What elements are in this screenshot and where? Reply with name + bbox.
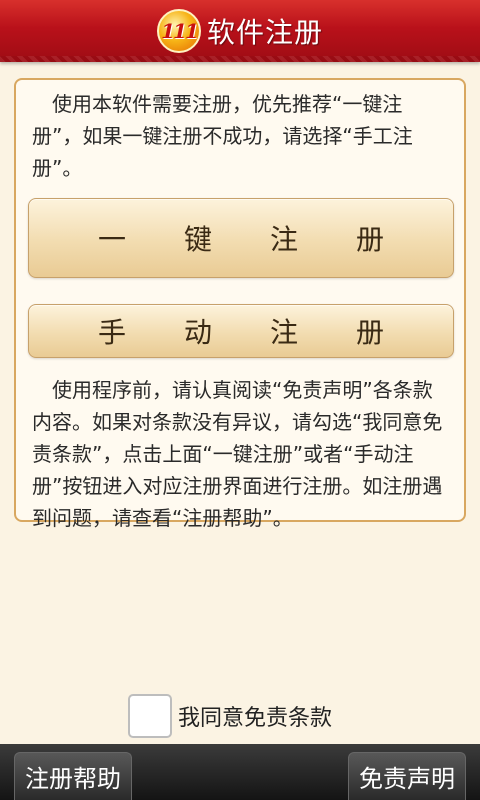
one-key-register-button[interactable]: 一 键 注 册 xyxy=(28,198,454,278)
app-logo-icon: 111 xyxy=(156,9,201,53)
manual-register-char-1: 手 xyxy=(97,316,126,349)
agree-label[interactable]: 我同意免责条款 xyxy=(178,700,332,732)
bottom-bar: 注册帮助 免责声明 xyxy=(0,744,480,800)
disclaimer-button[interactable]: 免责声明 xyxy=(348,752,466,800)
one-key-register-char-1: 一 xyxy=(97,223,126,256)
manual-register-char-4: 册 xyxy=(355,316,384,349)
manual-register-button[interactable]: 手 动 注 册 xyxy=(28,304,454,358)
title-bar: 111 软件注册 xyxy=(0,0,480,62)
notice-text: 使用程序前，请认真阅读“免责声明”各条款内容。如果对条款没有异议，请勾选“我同意… xyxy=(32,378,443,530)
logo-text: 111 xyxy=(161,19,199,43)
manual-register-char-3: 注 xyxy=(269,316,298,349)
intro-text: 使用本软件需要注册，优先推荐“一键注册”，如果一键注册不成功，请选择“手工注册”… xyxy=(32,92,413,180)
registration-panel: 使用本软件需要注册，优先推荐“一键注册”，如果一键注册不成功，请选择“手工注册”… xyxy=(14,78,466,530)
one-key-register-char-4: 册 xyxy=(355,223,384,256)
agree-row: 我同意免责条款 xyxy=(128,694,332,738)
page-title: 软件注册 xyxy=(206,16,323,49)
one-key-register-char-3: 注 xyxy=(269,223,298,256)
one-key-register-char-2: 键 xyxy=(183,223,212,256)
agree-checkbox[interactable] xyxy=(128,694,172,738)
registration-help-button[interactable]: 注册帮助 xyxy=(14,752,132,800)
manual-register-char-2: 动 xyxy=(183,316,212,349)
